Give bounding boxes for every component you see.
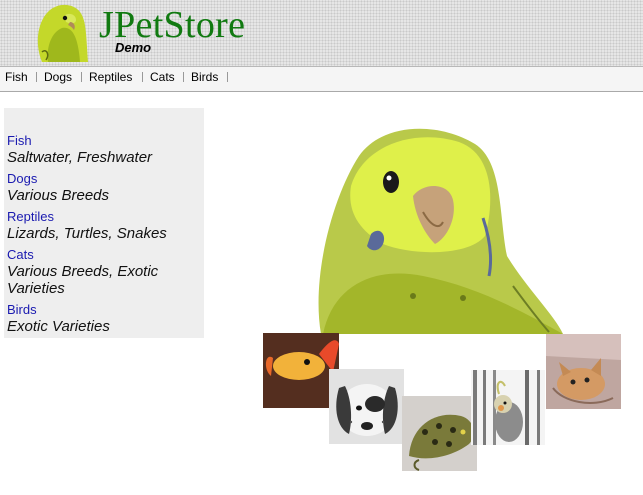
menu-item-reptiles[interactable]: Reptiles [89,70,132,84]
parakeet-logo-icon[interactable] [28,2,98,62]
menu-item-birds[interactable]: Birds [191,70,218,84]
menu-separator [183,72,184,82]
splash-image-map [263,128,621,471]
logo-subtitle: Demo [115,40,152,55]
reptile-image[interactable] [402,396,477,471]
sidebar-link-cats[interactable]: Cats [7,247,34,262]
dog-image[interactable] [329,369,404,444]
menu-item-fish[interactable]: Fish [5,70,28,84]
menu-separator [227,72,228,82]
sidebar-desc-cats: Various Breeds, Exotic Varieties [7,263,159,297]
sidebar-desc-reptiles: Lizards, Turtles, Snakes [7,225,167,242]
sidebar-link-reptiles[interactable]: Reptiles [7,209,54,224]
sidebar-link-dogs[interactable]: Dogs [7,171,37,186]
header-banner: JPetStore Demo [0,0,643,67]
sidebar-desc-birds: Exotic Varieties [7,318,110,335]
parakeet-image[interactable] [318,128,563,334]
category-sidebar: Fish Saltwater, Freshwater Dogs Various … [4,108,204,338]
menu-item-cats[interactable]: Cats [150,70,175,84]
sidebar-link-birds[interactable]: Birds [7,302,37,317]
menu-separator [142,72,143,82]
menu-separator [81,72,82,82]
fish-image[interactable] [263,333,339,408]
sidebar-link-fish[interactable]: Fish [7,133,32,148]
menu-separator [36,72,37,82]
cockatiel-image[interactable] [471,370,545,445]
sidebar-desc-dogs: Various Breeds [7,187,109,204]
cat-image[interactable] [546,334,621,409]
menu-item-dogs[interactable]: Dogs [44,70,72,84]
top-menu-bar: Fish Dogs Reptiles Cats Birds [0,67,643,92]
sidebar-desc-fish: Saltwater, Freshwater [7,149,153,166]
